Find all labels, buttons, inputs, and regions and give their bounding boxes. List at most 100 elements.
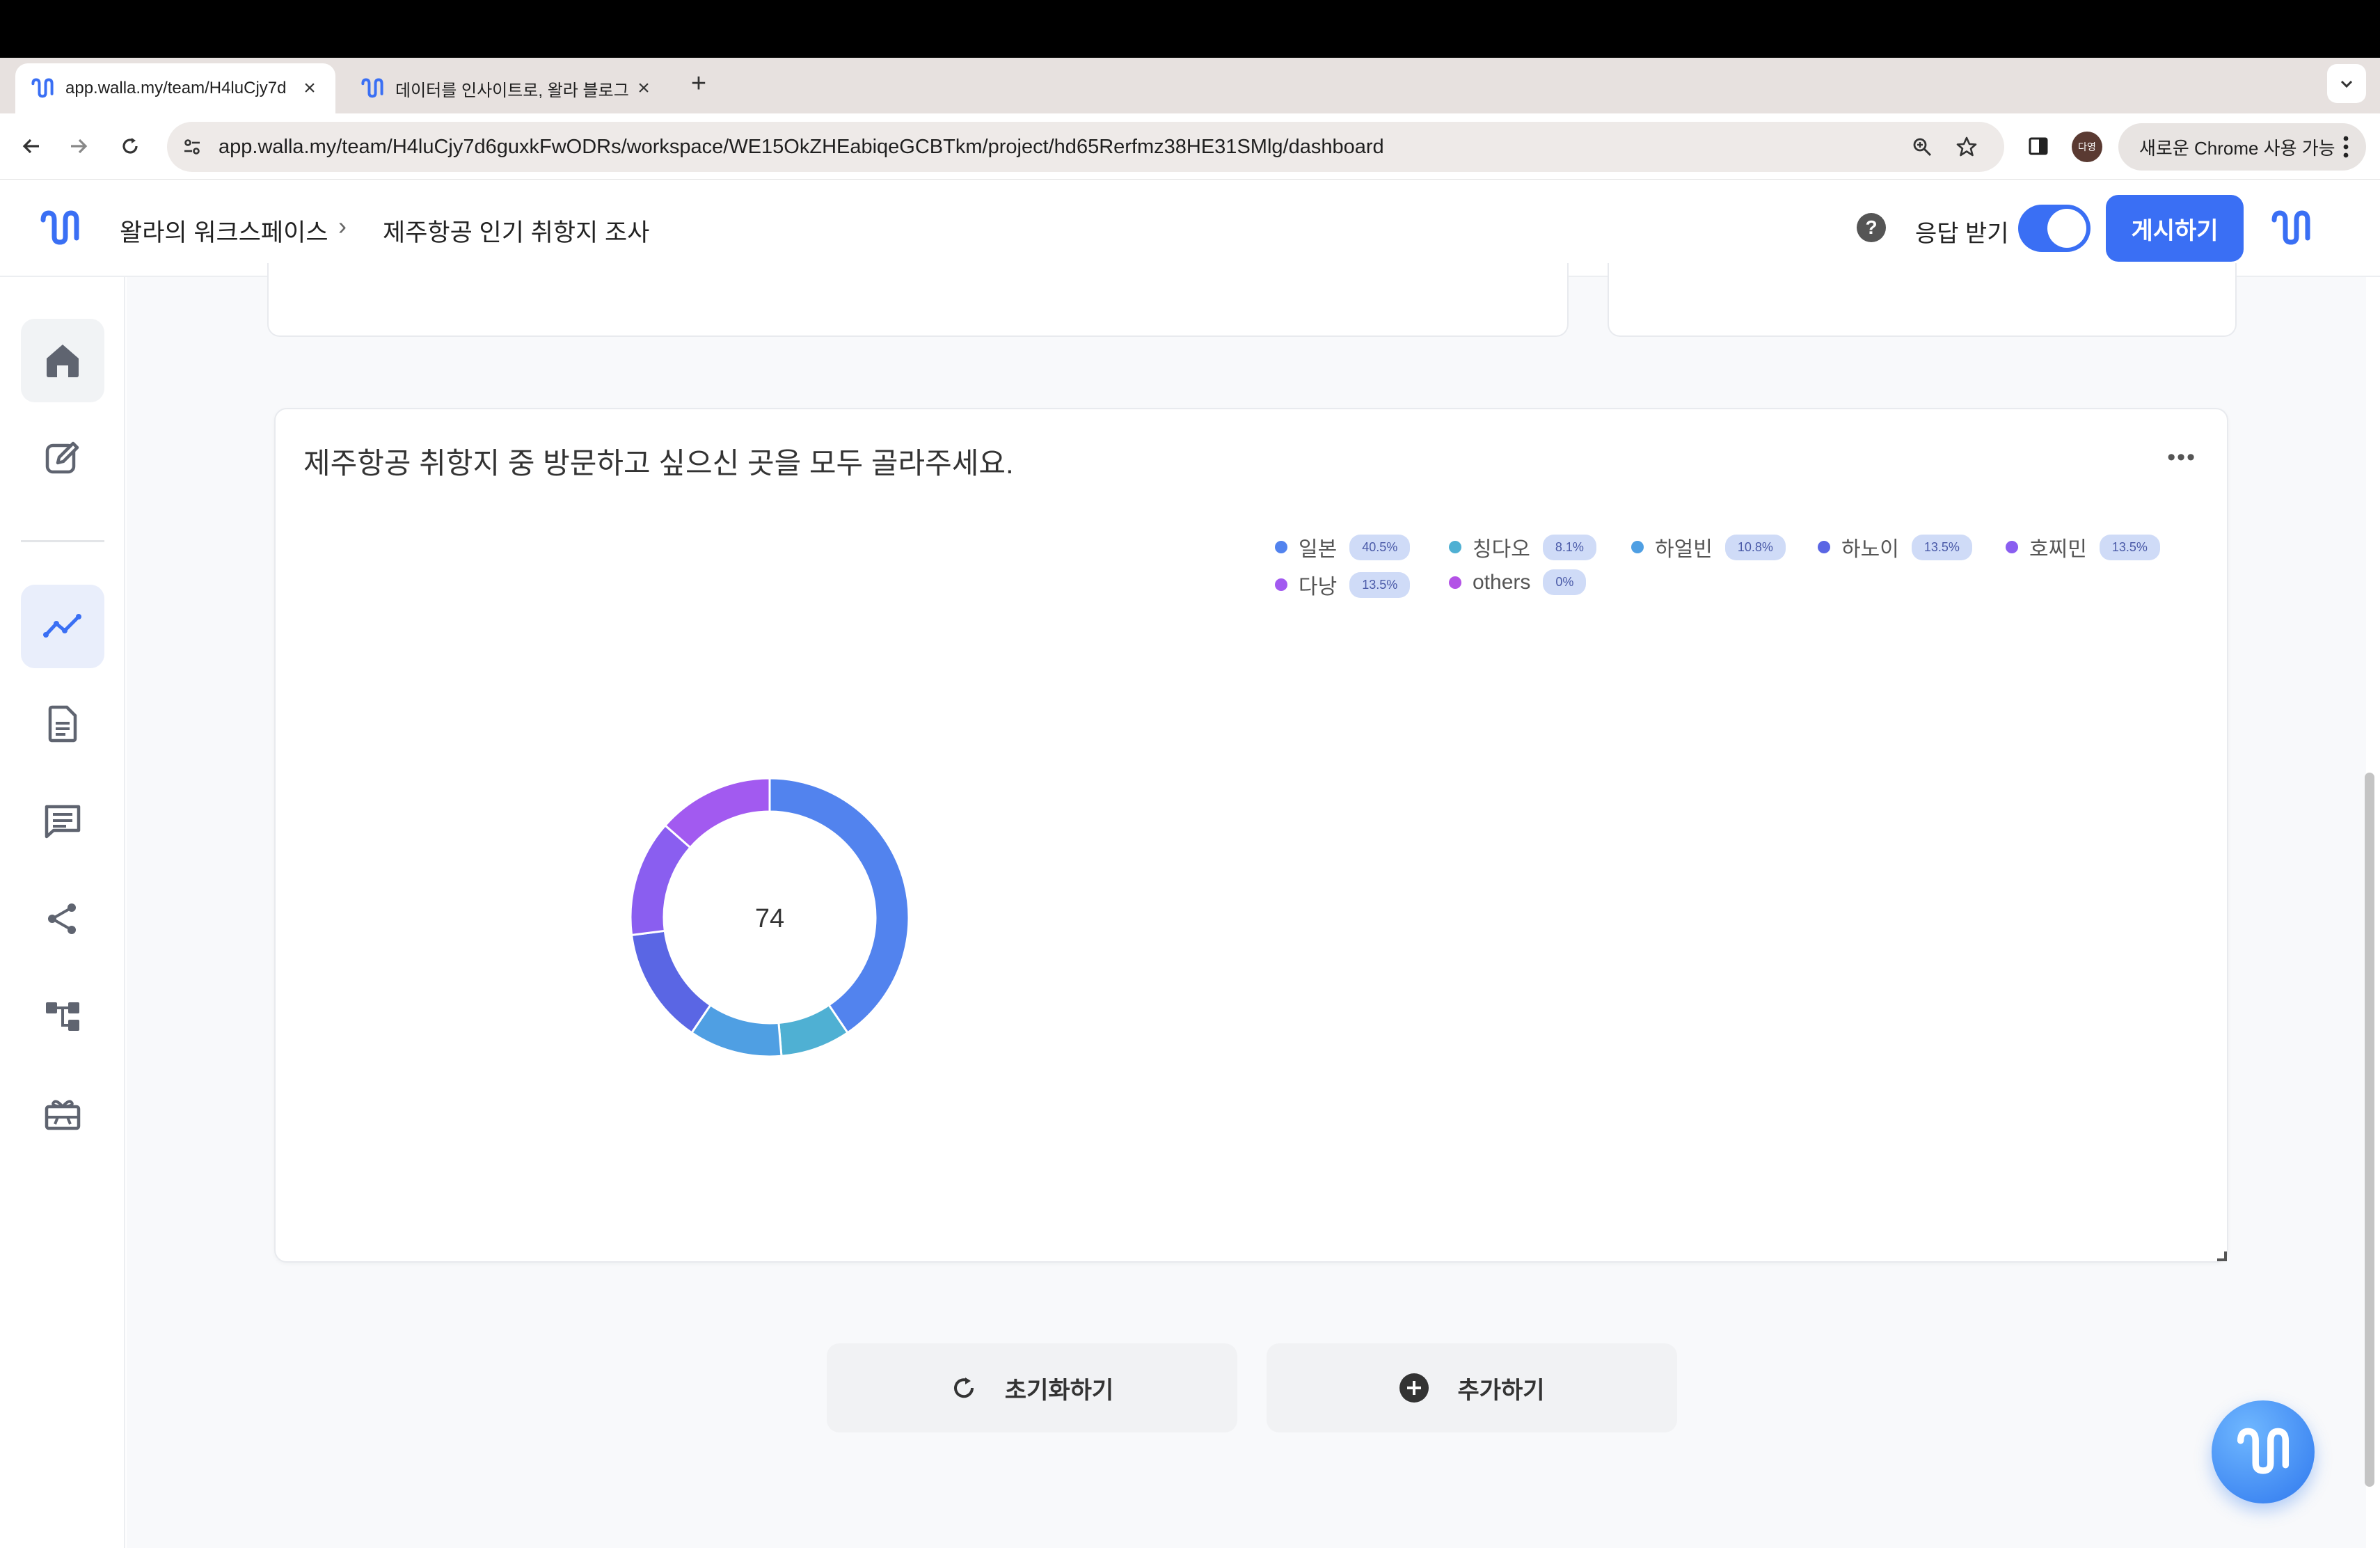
add-circle-icon bbox=[1399, 1373, 1429, 1403]
legend-percent: 10.8% bbox=[1724, 534, 1786, 560]
tab-search-button[interactable] bbox=[2327, 64, 2366, 103]
legend-dot bbox=[1631, 541, 1644, 553]
zoom-icon[interactable] bbox=[1907, 132, 1937, 162]
refresh-icon bbox=[951, 1375, 977, 1401]
walla-chat-button[interactable] bbox=[2212, 1400, 2315, 1503]
legend-item[interactable]: 호찌민 13.5% bbox=[2006, 532, 2160, 562]
legend-item[interactable]: 칭다오 8.1% bbox=[1449, 532, 1596, 562]
sidebar-item-edit[interactable] bbox=[21, 416, 104, 500]
sidebar-item-share[interactable] bbox=[21, 877, 104, 961]
walla-logo-icon bbox=[31, 78, 54, 98]
sidebar-item-home[interactable] bbox=[21, 319, 104, 402]
more-options-icon[interactable]: ••• bbox=[2167, 444, 2196, 471]
legend-dot bbox=[1449, 541, 1461, 553]
legend-dot bbox=[1818, 541, 1830, 553]
reload-button[interactable] bbox=[113, 129, 148, 164]
flow-icon bbox=[46, 1002, 79, 1031]
browser-tab-active[interactable]: app.walla.my/team/H4luCjy7d × bbox=[15, 63, 335, 113]
legend-item[interactable]: others 0% bbox=[1449, 569, 1587, 595]
site-info-icon[interactable] bbox=[177, 132, 207, 162]
sidebar-item-responses[interactable] bbox=[21, 780, 104, 863]
document-icon bbox=[48, 705, 77, 743]
legend-percent: 0% bbox=[1543, 569, 1587, 595]
legend-percent: 40.5% bbox=[1349, 534, 1411, 560]
forward-button[interactable] bbox=[61, 129, 96, 164]
legend-label: 다낭 bbox=[1299, 576, 1338, 599]
donut-total-label: 74 bbox=[755, 904, 784, 933]
profile-avatar[interactable]: 다영 bbox=[2072, 132, 2102, 162]
legend-percent: 13.5% bbox=[2099, 534, 2160, 560]
walla-logo-icon bbox=[361, 78, 383, 98]
gift-icon bbox=[45, 1100, 81, 1130]
legend-dot bbox=[1449, 576, 1461, 589]
legend-label: 일본 bbox=[1299, 538, 1338, 561]
donut-slice-5[interactable] bbox=[663, 777, 771, 849]
tab-title: app.walla.my/team/H4luCjy7d bbox=[65, 79, 287, 97]
more-vert-icon bbox=[2343, 136, 2349, 158]
new-tab-icon[interactable]: + bbox=[685, 70, 713, 97]
home-icon bbox=[47, 345, 79, 377]
breadcrumb-project[interactable]: 제주항공 인기 취항지 조사 bbox=[383, 213, 649, 248]
add-label: 추가하기 bbox=[1457, 1377, 1545, 1404]
chrome-update-button[interactable]: 새로운 Chrome 사용 가능 bbox=[2118, 123, 2366, 171]
legend-percent: 8.1% bbox=[1542, 534, 1596, 560]
legend-item[interactable]: 하노이 13.5% bbox=[1818, 532, 1972, 562]
chrome-update-label: 새로운 Chrome 사용 가능 bbox=[2139, 137, 2335, 159]
back-button[interactable] bbox=[14, 129, 49, 164]
donut-slice-4[interactable] bbox=[629, 823, 692, 937]
reload-icon bbox=[122, 138, 138, 154]
legend-dot bbox=[2006, 541, 2018, 553]
resize-handle[interactable] bbox=[2217, 1251, 2227, 1261]
donut-slice-3[interactable] bbox=[630, 929, 712, 1034]
sidebar-item-logic[interactable] bbox=[21, 974, 104, 1058]
app-header: 왈라의 워크스페이스 › 제주항공 인기 취항지 조사 ? 응답 받기 게시하기 bbox=[0, 180, 2380, 277]
previous-card bbox=[267, 263, 1569, 337]
chart-line-icon bbox=[43, 614, 81, 638]
side-panel-icon bbox=[2029, 137, 2048, 155]
response-toggle-label: 응답 받기 bbox=[1915, 221, 2009, 247]
sidebar bbox=[0, 277, 125, 1548]
reset-button[interactable]: 초기화하기 bbox=[827, 1343, 1237, 1432]
sidebar-item-analytics[interactable] bbox=[21, 585, 104, 668]
close-tab-icon[interactable]: × bbox=[633, 77, 654, 100]
browser-toolbar: app.walla.my/team/H4luCjy7d6guxkFwODRs/w… bbox=[0, 113, 2380, 180]
legend-label: 호찌민 bbox=[2029, 538, 2087, 561]
bookmark-star-icon[interactable] bbox=[1951, 132, 1982, 162]
breadcrumb-separator: › bbox=[338, 212, 347, 240]
arrow-left-icon bbox=[22, 139, 39, 154]
share-icon bbox=[48, 903, 76, 934]
tab-title: 데이터를 인사이트로, 왈라 블로그 bbox=[395, 81, 629, 100]
sidebar-item-rewards[interactable] bbox=[21, 1072, 104, 1155]
sidebar-item-document[interactable] bbox=[21, 682, 104, 766]
donut-chart: 74 bbox=[629, 777, 910, 1058]
walla-logo-icon[interactable] bbox=[2270, 210, 2312, 246]
browser-tab-strip: app.walla.my/team/H4luCjy7d × 데이터를 인사이트로… bbox=[0, 58, 2380, 155]
add-button[interactable]: 추가하기 bbox=[1267, 1343, 1677, 1432]
legend-percent: 13.5% bbox=[1911, 534, 1972, 560]
legend-item[interactable]: 하얼빈 10.8% bbox=[1631, 532, 1786, 562]
question-title: 제주항공 취항지 중 방문하고 싶으신 곳을 모두 골라주세요. bbox=[303, 447, 1014, 480]
edit-icon bbox=[45, 441, 79, 474]
dashboard-main: 제주항공 취항지 중 방문하고 싶으신 곳을 모두 골라주세요. ••• 일본 … bbox=[127, 263, 2366, 1548]
legend-label: others bbox=[1473, 570, 1531, 594]
chevron-down-icon bbox=[2340, 80, 2353, 88]
system-top-bar bbox=[0, 0, 2380, 58]
publish-button[interactable]: 게시하기 bbox=[2106, 195, 2244, 262]
donut-slice-0[interactable] bbox=[768, 777, 910, 1034]
url-text: app.walla.my/team/H4luCjy7d6guxkFwODRs/w… bbox=[219, 136, 1384, 158]
walla-logo-icon bbox=[2237, 1428, 2290, 1474]
address-bar[interactable]: app.walla.my/team/H4luCjy7d6guxkFwODRs/w… bbox=[167, 122, 2004, 172]
response-toggle[interactable] bbox=[2018, 205, 2091, 252]
browser-tab[interactable]: 데이터를 인사이트로, 왈라 블로그 × bbox=[345, 63, 669, 113]
close-tab-icon[interactable]: × bbox=[299, 77, 320, 100]
scrollbar-thumb[interactable] bbox=[2365, 773, 2374, 1487]
legend-item[interactable]: 일본 40.5% bbox=[1275, 532, 1411, 562]
arrow-right-icon bbox=[71, 139, 88, 154]
legend-item[interactable]: 다낭 13.5% bbox=[1275, 569, 1411, 600]
legend-dot bbox=[1275, 578, 1287, 591]
legend-label: 칭다오 bbox=[1473, 538, 1530, 561]
walla-logo-icon[interactable] bbox=[39, 210, 81, 246]
breadcrumb-workspace[interactable]: 왈라의 워크스페이스 bbox=[120, 213, 328, 248]
help-icon[interactable]: ? bbox=[1857, 213, 1886, 242]
side-panel-button[interactable] bbox=[2021, 129, 2056, 164]
